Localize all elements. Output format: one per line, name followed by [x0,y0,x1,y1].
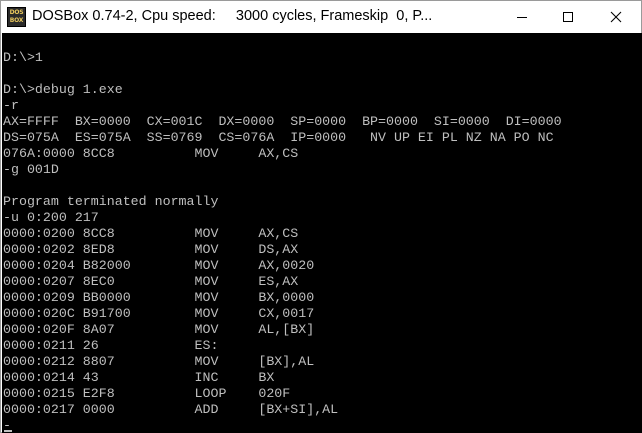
terminal-line: 0000:0209 BB0000 MOV BX,0000 [3,290,315,305]
terminal-line: -g 001D [3,162,59,177]
close-button[interactable] [591,1,641,32]
window-title: DOSBox 0.74-2, Cpu speed: 3000 cycles, F… [32,8,433,24]
app-icon-text-bottom: BOX [9,17,24,24]
terminal-line: -u 0:200 217 [3,210,99,225]
terminal-line: 0000:0212 8807 MOV [BX],AL [3,354,315,369]
terminal-line: 0000:0214 43 INC BX [3,370,275,385]
terminal-line: 0000:0215 E2F8 LOOP 020F [3,386,291,401]
app-icon-text-top: DOS [9,9,24,16]
terminal-line: 0000:0204 B82000 MOV AX,0020 [3,258,315,273]
minimize-icon [517,16,527,18]
dosbox-window: DOS BOX DOSBox 0.74-2, Cpu speed: 3000 c… [0,0,642,433]
terminal-line: 0000:020C B91700 MOV CX,0017 [3,306,315,321]
terminal-line: Program terminated normally [3,194,219,209]
maximize-icon [563,11,573,22]
minimize-button[interactable] [499,1,545,32]
dosbox-app-icon: DOS BOX [7,7,26,27]
terminal-line: 0000:0200 8CC8 MOV AX,CS [3,226,299,241]
text-cursor [4,430,12,432]
dos-terminal-screen[interactable]: D:\>1 D:\>debug 1.exe -r AX=FFFF BX=0000 CX… [2,33,642,433]
terminal-line: 0000:0211 26 ES: [3,338,219,353]
maximize-button[interactable] [545,1,591,32]
terminal-line: DS=075A ES=075A SS=0769 CS=076A IP=0000 … [3,130,554,145]
terminal-line: 0000:0202 8ED8 MOV DS,AX [3,242,299,257]
title-bar[interactable]: DOS BOX DOSBox 0.74-2, Cpu speed: 3000 c… [1,1,641,33]
terminal-line: 0000:0207 8EC0 MOV ES,AX [3,274,299,289]
terminal-line: AX=FFFF BX=0000 CX=001C DX=0000 SP=0000 … [3,114,562,129]
terminal-line: 0000:020F 8A07 MOV AL,[BX] [3,322,315,337]
terminal-line: D:\>debug 1.exe [3,82,123,97]
terminal-line: -r [3,98,19,113]
terminal-line: 076A:0000 8CC8 MOV AX,CS [3,146,299,161]
terminal-line: 0000:0217 0000 ADD [BX+SI],AL [3,402,339,417]
close-icon [610,11,622,22]
terminal-line: D:\>1 [3,50,43,65]
